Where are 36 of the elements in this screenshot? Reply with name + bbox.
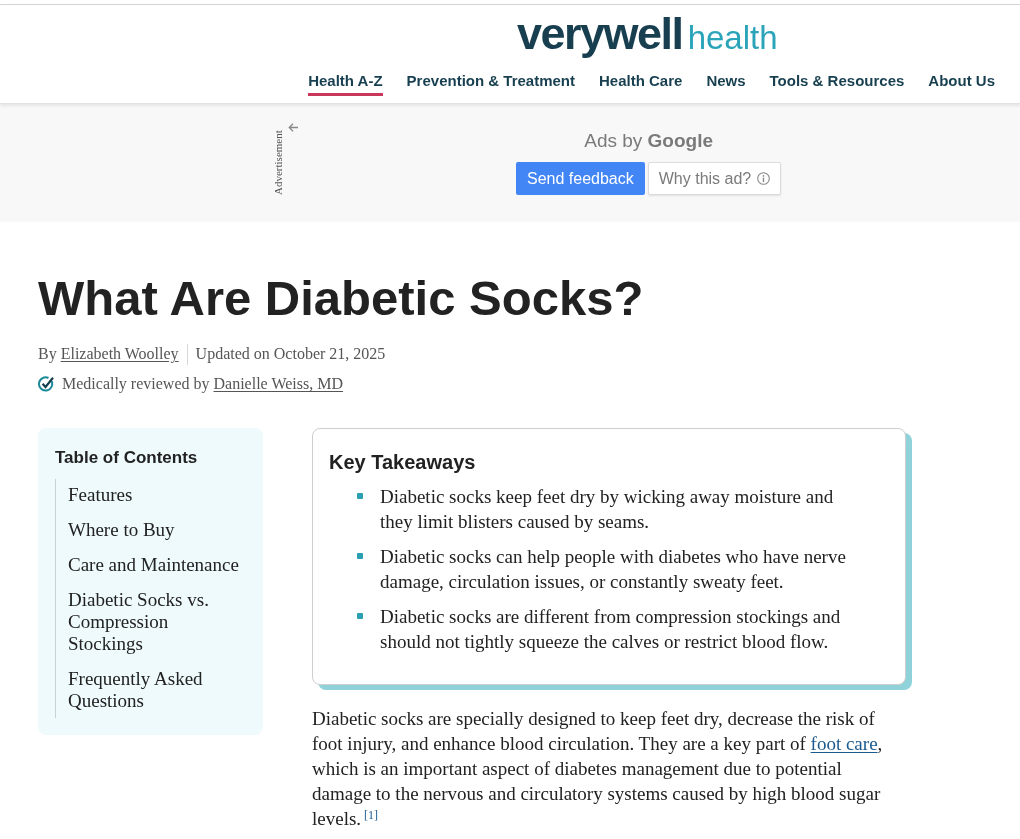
checkmark-circle-icon	[38, 376, 54, 392]
key-takeaways-title: Key Takeaways	[329, 450, 477, 475]
toc-link[interactable]: Frequently Asked Questions	[68, 668, 244, 712]
reviewer-line: Medically reviewed by Danielle Weiss, MD	[62, 374, 343, 395]
author-link[interactable]: Elizabeth Woolley	[60, 345, 179, 362]
nav-link[interactable]: Prevention & Treatment	[406, 72, 575, 96]
toc-link[interactable]: Features	[68, 484, 244, 506]
updated-date: Updated on October 21, 2025	[195, 344, 386, 365]
ad-label: Advertisement	[272, 129, 284, 198]
takeaway-text: Diabetic socks can help people with diabetes who have nerve damage, circulation issues, or constantly sweaty feet.	[380, 545, 847, 594]
byline: By Elizabeth Woolley	[38, 344, 179, 365]
toc-link[interactable]: Where to Buy	[68, 519, 244, 541]
nav-link[interactable]: Health A-Z	[308, 72, 383, 96]
nav-link[interactable]: News	[706, 72, 746, 96]
send-feedback-button[interactable]: Send feedback	[516, 162, 645, 195]
article-title: What Are Diabetic Socks?	[38, 270, 645, 327]
nav-link[interactable]: About Us	[928, 72, 995, 96]
why-this-ad-button[interactable]: Why this ad?	[647, 162, 782, 195]
bullet-icon	[357, 493, 363, 499]
takeaway-text: Diabetic socks are different from compression stockings and should not tightly squeeze the calves or restrict blood flow.	[380, 605, 842, 654]
reviewer-link[interactable]: Danielle Weiss, MD	[213, 375, 343, 392]
logo-wordmark[interactable]: verywell	[517, 7, 683, 61]
ads-by-google-label: Ads by Google	[584, 129, 714, 153]
toc-link[interactable]: Care and Maintenance	[68, 554, 244, 576]
bullet-icon	[357, 553, 363, 559]
takeaway-text: Diabetic socks keep feet dry by wicking away moisture and they limit blisters caused by seams.	[380, 485, 835, 534]
back-arrow-icon[interactable]	[288, 122, 299, 133]
bullet-icon	[357, 613, 363, 619]
foot-care-link[interactable]: foot care	[810, 733, 878, 754]
body-paragraph: Diabetic socks are specially designed to keep feet dry, decrease the risk of foot injury, and enhance blood circulation. They are a key part of foot care, which is an important aspect of diabetes management due to potential damage to the nervous and circulatory systems caused by high blood sugar levels.$^{[1]}$	[312, 707, 884, 831]
toc-link[interactable]: Diabetic Socks vs. Compression Stockings	[68, 589, 244, 655]
info-icon	[757, 172, 771, 185]
nav-link[interactable]: Health Care	[599, 72, 683, 96]
footnote-link[interactable]: [1]	[364, 808, 379, 822]
toc-title: Table of Contents	[55, 447, 199, 469]
nav-link[interactable]: Tools & Resources	[769, 72, 905, 96]
